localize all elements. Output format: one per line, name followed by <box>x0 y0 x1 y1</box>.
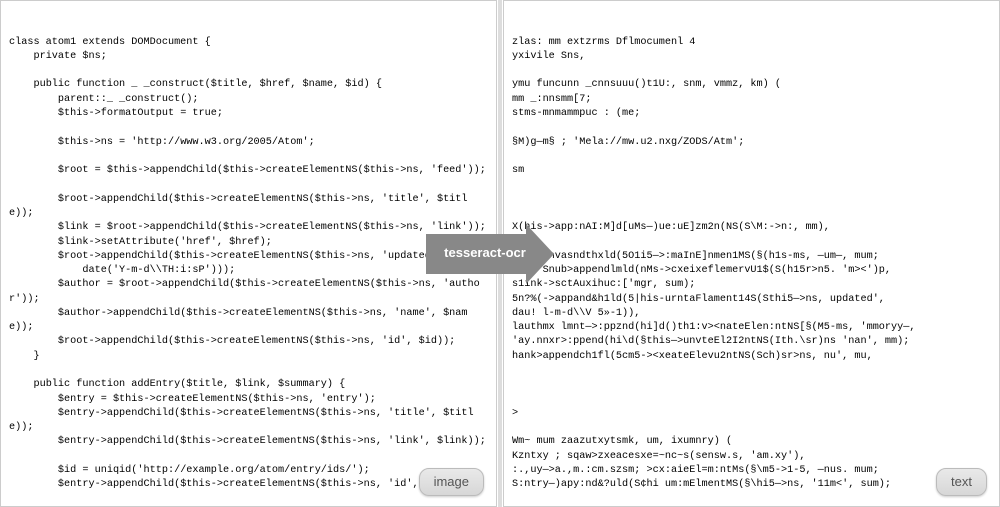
ocr-output-text: zlas: mm extzrms Dflmocumenl 4 yxivile S… <box>512 36 991 507</box>
arrow-head-icon <box>526 224 554 284</box>
text-badge: text <box>936 468 987 496</box>
source-image-panel: class atom1 extends DOMDocument { privat… <box>0 0 497 507</box>
source-code-text: class atom1 extends DOMDocument { privat… <box>9 36 488 507</box>
arrow-label: tesseract-ocr <box>426 234 526 274</box>
image-badge: image <box>419 468 484 496</box>
transform-arrow: tesseract-ocr <box>446 224 554 284</box>
ocr-output-panel: zlas: mm extzrms Dflmocumenl 4 yxivile S… <box>503 0 1000 507</box>
arrow-icon: tesseract-ocr <box>446 224 554 284</box>
